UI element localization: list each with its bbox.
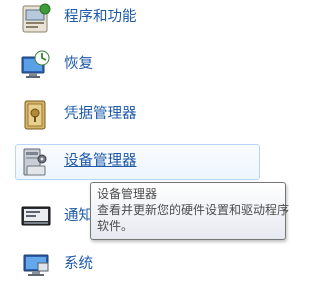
- item-label: 系统: [64, 256, 93, 272]
- tooltip-title: 设备管理器: [97, 187, 158, 201]
- item-label: 通知: [64, 208, 93, 224]
- recovery-icon: [20, 49, 52, 81]
- item-label: 程序和功能: [64, 9, 137, 25]
- item-device-manager[interactable]: 设备管理器: [15, 144, 260, 180]
- device-manager-icon: [20, 146, 52, 178]
- credential-manager-icon: [20, 99, 52, 131]
- item-recovery[interactable]: 恢复: [0, 47, 280, 83]
- tooltip-line-1: 查看并更新您的硬件设置和驱动程序: [97, 203, 290, 217]
- item-credential-manager[interactable]: 凭据管理器: [0, 97, 280, 133]
- tooltip-line-2: 软件。: [97, 219, 134, 233]
- item-label: 设备管理器: [64, 153, 137, 169]
- item-programs-features[interactable]: 程序和功能: [0, 0, 280, 36]
- item-label: 恢复: [64, 56, 93, 72]
- tooltip: 设备管理器 查看并更新您的硬件设置和驱动程序 软件。: [90, 182, 290, 240]
- notification-icon: [20, 201, 52, 233]
- system-icon: [20, 249, 52, 281]
- programs-features-icon: [20, 2, 52, 34]
- item-label: 凭据管理器: [64, 106, 137, 122]
